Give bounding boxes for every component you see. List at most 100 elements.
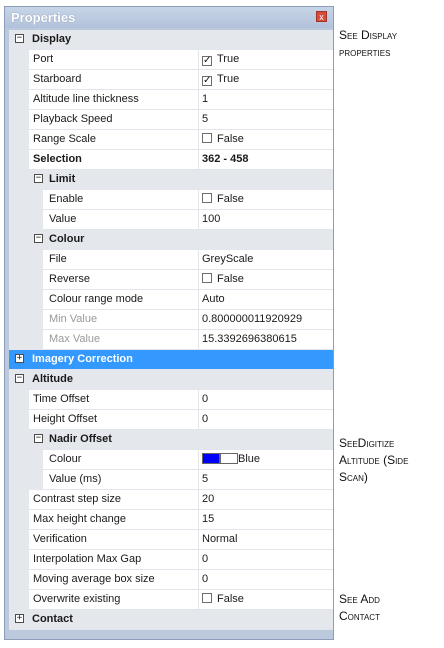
- row-value[interactable]: False: [202, 193, 244, 205]
- collapse-icon[interactable]: −: [34, 234, 43, 243]
- color-swatch[interactable]: [220, 453, 238, 464]
- row-gutter: [9, 430, 29, 450]
- property-row-verification[interactable]: Verification Normal: [9, 530, 333, 550]
- row-gutter: [9, 230, 29, 250]
- category-row-display[interactable]: − Display: [9, 30, 333, 50]
- property-row-colour-range-mode[interactable]: Colour range mode Auto: [9, 290, 333, 310]
- checkbox-unchecked-icon[interactable]: [202, 593, 212, 603]
- property-row-overwrite-existing[interactable]: Overwrite existing False: [9, 590, 333, 610]
- row-value[interactable]: False: [202, 273, 244, 285]
- row-label: Reverse: [49, 273, 90, 285]
- property-row-colour[interactable]: Colour Blue: [9, 450, 333, 470]
- note-display-line-1: See Display: [339, 28, 398, 42]
- checkbox-checked-icon[interactable]: ✓: [202, 56, 212, 66]
- row-label: Max height change: [33, 513, 126, 525]
- row-value-text: 5: [202, 113, 209, 125]
- category-row-altitude[interactable]: − Altitude: [9, 370, 333, 390]
- property-row-time-offset[interactable]: Time Offset 0: [9, 390, 333, 410]
- column-separator: [198, 310, 199, 330]
- column-separator: [198, 390, 199, 410]
- checkbox-unchecked-icon[interactable]: [202, 273, 212, 283]
- property-row-port[interactable]: Port ✓ True: [9, 50, 333, 70]
- row-gutter: [9, 550, 29, 570]
- row-value[interactable]: False: [202, 133, 244, 145]
- property-row-enable[interactable]: Enable False: [9, 190, 333, 210]
- note-digitize-line-3: Scan): [339, 470, 368, 484]
- row-value[interactable]: 0: [202, 573, 208, 585]
- property-row-reverse[interactable]: Reverse False: [9, 270, 333, 290]
- property-row-contrast-step-size[interactable]: Contrast step size 20: [9, 490, 333, 510]
- property-row-min-value[interactable]: Min Value 0.800000011920929: [9, 310, 333, 330]
- collapse-icon[interactable]: −: [15, 34, 24, 43]
- category-row-contact[interactable]: + Contact: [9, 610, 333, 630]
- property-row-max-value[interactable]: Max Value 15.3392696380615: [9, 330, 333, 350]
- row-gutter: [9, 290, 29, 310]
- checkbox-unchecked-icon[interactable]: [202, 193, 212, 203]
- close-icon[interactable]: x: [316, 11, 327, 22]
- row-gutter: [9, 530, 29, 550]
- row-value-text: False: [217, 593, 244, 605]
- row-value[interactable]: ✓ True: [202, 73, 239, 86]
- row-value[interactable]: Normal: [202, 533, 237, 545]
- property-row-playback-speed[interactable]: Playback Speed 5: [9, 110, 333, 130]
- row-label: Min Value: [49, 313, 98, 325]
- category-row-nadir-offset[interactable]: − Nadir Offset: [9, 430, 333, 450]
- note-digitize-line-2: Altitude (Side: [339, 453, 409, 467]
- row-gutter: [9, 510, 29, 530]
- property-row-max-height-change[interactable]: Max height change 15: [9, 510, 333, 530]
- property-row-file[interactable]: File GreyScale: [9, 250, 333, 270]
- collapse-icon[interactable]: −: [34, 434, 43, 443]
- row-value[interactable]: 0: [202, 553, 208, 565]
- property-row-height-offset[interactable]: Height Offset 0: [9, 410, 333, 430]
- row-value[interactable]: 0.800000011920929: [202, 313, 302, 325]
- category-row-imagery-correction[interactable]: + Imagery Correction: [9, 350, 333, 370]
- property-row-value-ms[interactable]: Value (ms) 5: [9, 470, 333, 490]
- row-value[interactable]: 100: [202, 213, 220, 225]
- property-row-selection[interactable]: Selection 362 - 458: [9, 150, 333, 170]
- collapse-icon[interactable]: −: [34, 174, 43, 183]
- row-label: Max Value: [49, 333, 101, 345]
- row-label: Time Offset: [33, 393, 90, 405]
- column-separator: [198, 190, 199, 210]
- property-row-value[interactable]: Value 100: [9, 210, 333, 230]
- row-value-text: Normal: [202, 533, 238, 545]
- expand-icon[interactable]: +: [15, 354, 24, 363]
- row-label: Port: [33, 53, 54, 65]
- row-value[interactable]: 5: [202, 113, 208, 125]
- row-value[interactable]: ✓ True: [202, 53, 239, 66]
- property-row-moving-average-box-size[interactable]: Moving average box size 0: [9, 570, 333, 590]
- row-gutter: [9, 310, 29, 330]
- row-value-text: 0.800000011920929: [202, 313, 303, 325]
- row-gutter: [9, 330, 29, 350]
- row-value[interactable]: 1: [202, 93, 208, 105]
- row-value[interactable]: Auto: [202, 293, 225, 305]
- row-value[interactable]: 362 - 458: [202, 153, 248, 165]
- property-row-interpolation-max-gap[interactable]: Interpolation Max Gap 0: [9, 550, 333, 570]
- row-value[interactable]: 0: [202, 413, 208, 425]
- category-row-colour[interactable]: − Colour: [9, 230, 333, 250]
- checkbox-unchecked-icon[interactable]: [202, 133, 212, 143]
- row-value-text: GreyScale: [202, 253, 254, 265]
- property-row-altitude-line-thickness[interactable]: Altitude line thickness 1: [9, 90, 333, 110]
- row-value[interactable]: 15.3392696380615: [202, 333, 297, 345]
- row-gutter: [9, 90, 29, 110]
- column-separator: [198, 70, 199, 90]
- row-value[interactable]: False: [202, 593, 244, 605]
- collapse-icon[interactable]: −: [15, 374, 24, 383]
- row-label: Range Scale: [33, 133, 96, 145]
- property-row-starboard[interactable]: Starboard ✓ True: [9, 70, 333, 90]
- column-separator: [198, 590, 199, 610]
- row-label: Display: [32, 33, 72, 45]
- row-value[interactable]: 5: [202, 473, 208, 485]
- checkbox-checked-icon[interactable]: ✓: [202, 76, 212, 86]
- row-value[interactable]: Blue: [202, 453, 260, 465]
- row-label: Moving average box size: [33, 573, 155, 585]
- expand-icon[interactable]: +: [15, 614, 24, 623]
- row-value[interactable]: GreyScale: [202, 253, 253, 265]
- color-swatch[interactable]: [202, 453, 220, 464]
- row-value[interactable]: 15: [202, 513, 214, 525]
- category-row-limit[interactable]: − Limit: [9, 170, 333, 190]
- row-value[interactable]: 0: [202, 393, 208, 405]
- property-row-range-scale[interactable]: Range Scale False: [9, 130, 333, 150]
- row-value[interactable]: 20: [202, 493, 214, 505]
